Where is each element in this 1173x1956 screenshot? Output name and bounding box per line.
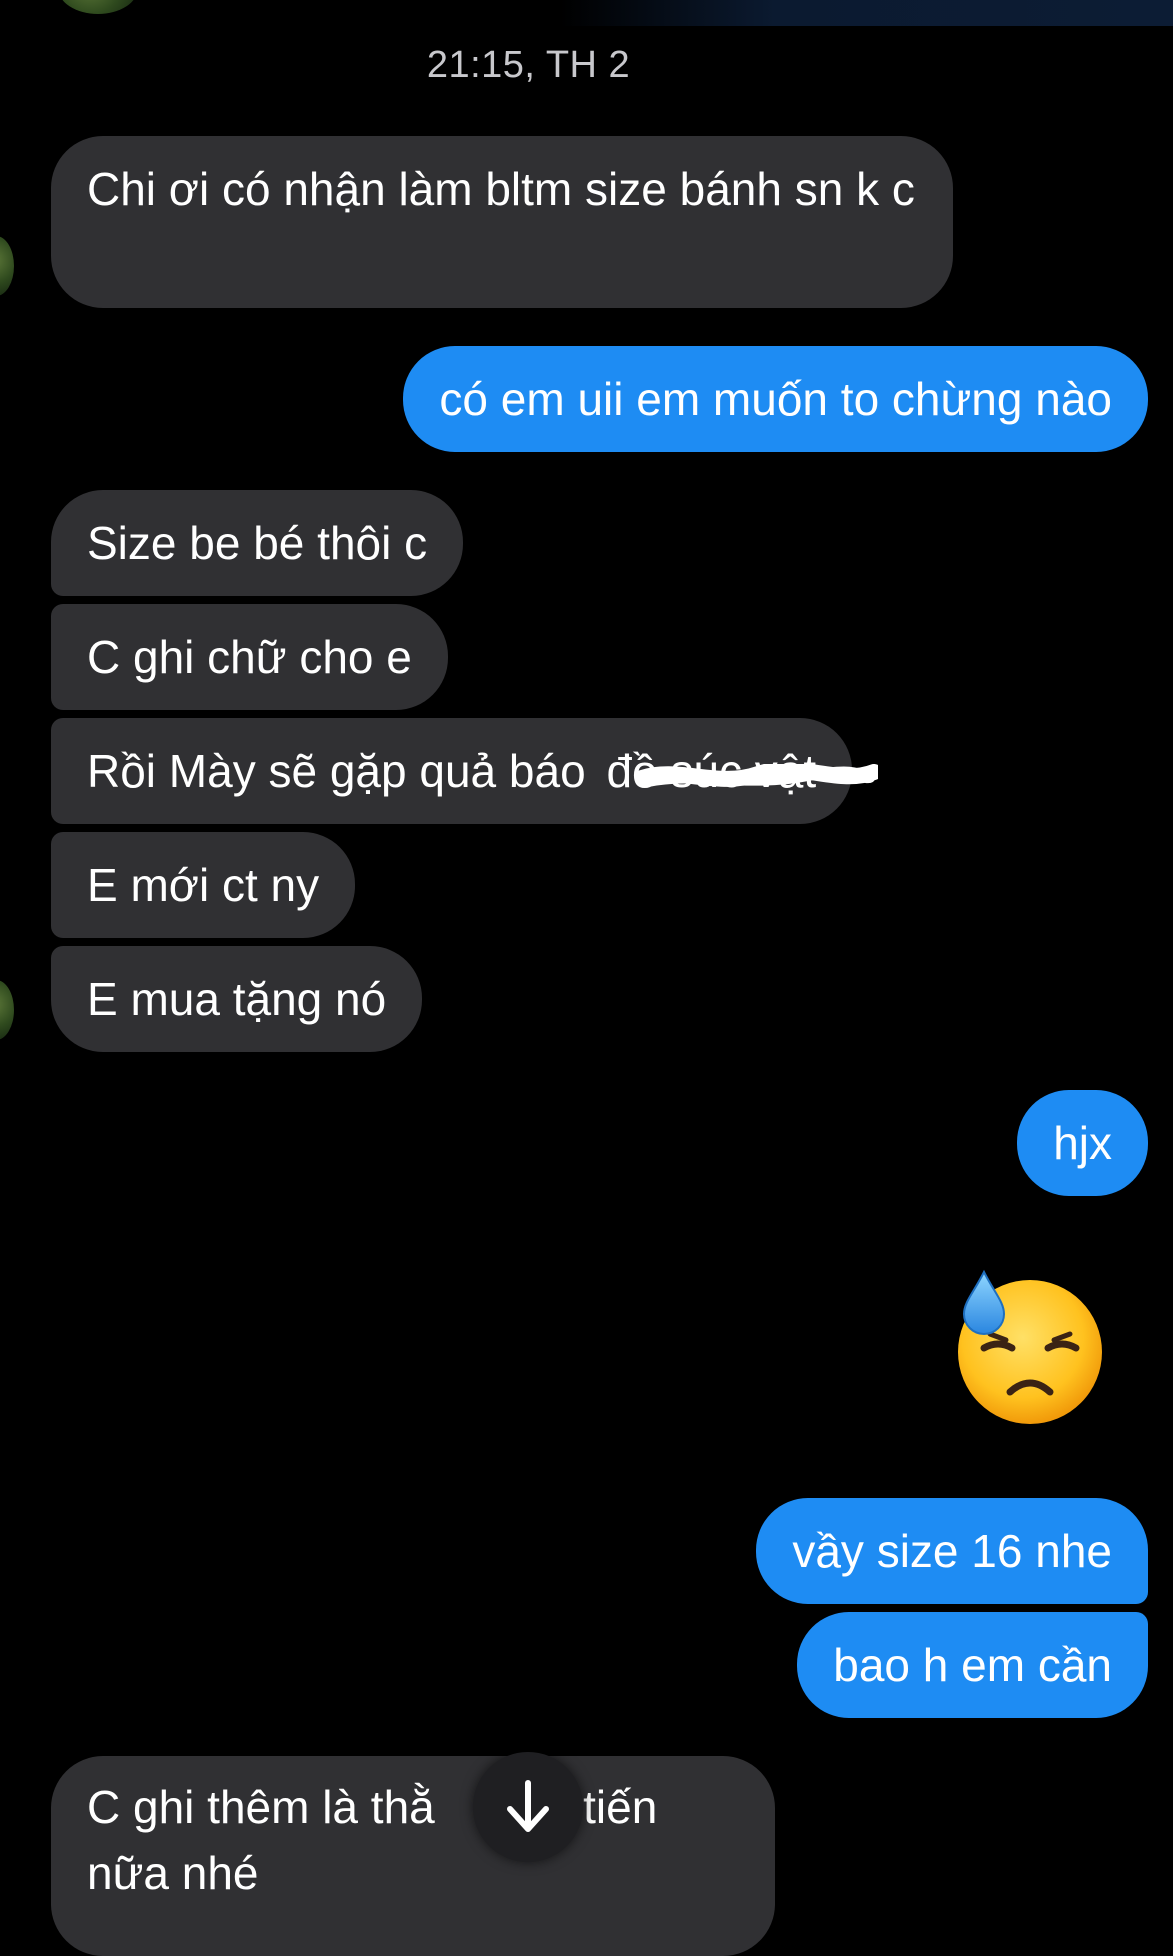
outgoing-message-bubble[interactable]: hjx [1017,1090,1148,1196]
incoming-message-bubble[interactable]: E mua tặng nó [51,946,423,1052]
message-text: C ghi thêm là thằ [87,1781,435,1833]
outgoing-message-bubble[interactable]: bao h em cần [797,1612,1148,1718]
incoming-message-bubble[interactable]: E mới ct ny [51,832,356,938]
message-text: Size be bé thôi c [87,517,428,569]
message-text: C ghi chữ cho e [87,631,412,683]
scroll-to-bottom-button[interactable] [473,1752,583,1862]
message-text: E mới ct ny [87,859,320,911]
message-timestamp: 21:15, TH 2 [426,44,631,86]
message-text: Chi ơi có nhận làm bltm size bánh sn k c [87,163,915,215]
incoming-message-bubble[interactable]: Size be bé thôi c [51,490,464,596]
downcast-sweat-face-emoji[interactable] [950,1268,1110,1428]
message-text: có em uii em muốn to chừng nào [439,373,1112,425]
incoming-message-bubble[interactable]: C ghi chữ cho e [51,604,448,710]
message-text: hjx [1053,1117,1112,1169]
contact-avatar[interactable] [0,980,14,1040]
message-text: vầy size 16 nhe [792,1525,1112,1577]
message-text: E mua tặng nó [87,973,387,1025]
top-status-strip [560,0,1173,26]
redaction-scribble [638,764,878,787]
message-text: Rồi Mày sẽ gặp quả báo [87,745,586,797]
arrow-down-icon [507,1780,549,1832]
outgoing-message-bubble[interactable]: có em uii em muốn to chừng nào [403,346,1148,452]
message-text: bao h em cần [833,1639,1112,1691]
incoming-message-bubble[interactable]: Chi ơi có nhận làm bltm size bánh sn k c [51,136,953,308]
outgoing-message-bubble[interactable]: vầy size 16 nhe [756,1498,1148,1604]
message-text: nữa nhé [87,1847,259,1899]
incoming-message-bubble[interactable]: C ghi thêm là thằ ó tiến nữa nhé [51,1756,775,1956]
contact-avatar[interactable] [0,236,14,296]
contact-avatar[interactable] [58,0,138,14]
